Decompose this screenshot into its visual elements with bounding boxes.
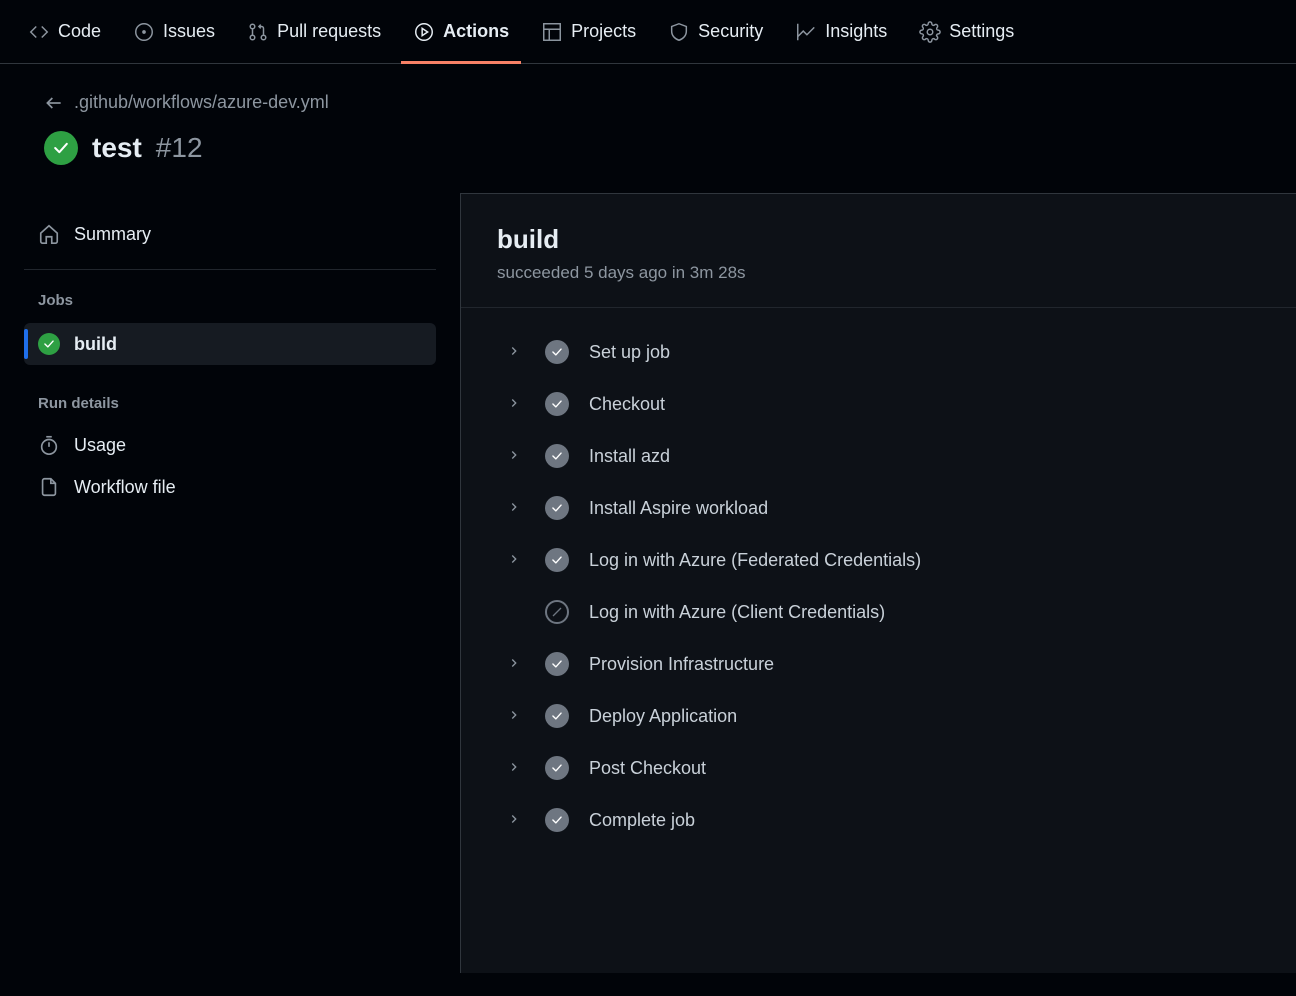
- nav-actions-label: Actions: [443, 21, 509, 42]
- step-label: Log in with Azure (Federated Credentials…: [589, 550, 921, 571]
- run-title: test #12: [44, 131, 1272, 165]
- status-success-icon: [545, 756, 569, 780]
- actions-icon: [413, 21, 435, 43]
- arrow-left-icon: [44, 93, 64, 113]
- step-label: Deploy Application: [589, 706, 737, 727]
- status-success-icon: [545, 548, 569, 572]
- status-success-icon: [545, 392, 569, 416]
- chevron-right-icon: [507, 342, 525, 363]
- file-icon: [38, 476, 60, 498]
- pull-request-icon: [247, 21, 269, 43]
- status-skipped-icon: [545, 600, 569, 624]
- sidebar-workflow-file-label: Workflow file: [74, 477, 176, 498]
- sidebar: Summary Jobs build Run details Usage Wor…: [0, 193, 460, 973]
- breadcrumb[interactable]: .github/workflows/azure-dev.yml: [44, 92, 1272, 113]
- step-row[interactable]: Install Aspire workload: [497, 482, 1260, 534]
- stopwatch-icon: [38, 434, 60, 456]
- sidebar-usage-label: Usage: [74, 435, 126, 456]
- sidebar-summary-label: Summary: [74, 224, 151, 245]
- chevron-right-icon: [507, 654, 525, 675]
- step-label: Log in with Azure (Client Credentials): [589, 602, 885, 623]
- gear-icon: [919, 21, 941, 43]
- nav-pulls-label: Pull requests: [277, 21, 381, 42]
- code-icon: [28, 21, 50, 43]
- chevron-right-icon: [507, 706, 525, 727]
- status-success-icon: [545, 496, 569, 520]
- nav-code[interactable]: Code: [16, 0, 113, 64]
- step-label: Post Checkout: [589, 758, 706, 779]
- sidebar-run-details-heading: Run details: [24, 395, 436, 412]
- sidebar-job-build[interactable]: build: [24, 323, 436, 365]
- divider: [24, 269, 436, 270]
- sidebar-usage[interactable]: Usage: [24, 424, 436, 466]
- security-icon: [668, 21, 690, 43]
- run-number: #12: [156, 132, 203, 164]
- status-success-icon: [545, 340, 569, 364]
- run-header: .github/workflows/azure-dev.yml test #12: [0, 64, 1296, 193]
- steps-list: Set up job Checkout Install azd Install Asp…: [461, 308, 1296, 864]
- nav-projects-label: Projects: [571, 21, 636, 42]
- sidebar-jobs-heading: Jobs: [24, 292, 436, 309]
- chevron-right-icon: [507, 758, 525, 779]
- step-label: Provision Infrastructure: [589, 654, 774, 675]
- nav-settings[interactable]: Settings: [907, 0, 1026, 64]
- step-label: Install Aspire workload: [589, 498, 768, 519]
- chevron-right-icon: [507, 550, 525, 571]
- chevron-right-icon: [507, 446, 525, 467]
- status-success-icon: [545, 652, 569, 676]
- step-row: Log in with Azure (Client Credentials): [497, 586, 1260, 638]
- nav-settings-label: Settings: [949, 21, 1014, 42]
- chevron-right-icon: [507, 810, 525, 831]
- chevron-right-icon: [507, 498, 525, 519]
- nav-insights[interactable]: Insights: [783, 0, 899, 64]
- status-success-icon: [38, 333, 60, 355]
- step-row[interactable]: Install azd: [497, 430, 1260, 482]
- nav-projects[interactable]: Projects: [529, 0, 648, 64]
- sidebar-workflow-file[interactable]: Workflow file: [24, 466, 436, 508]
- step-label: Complete job: [589, 810, 695, 831]
- status-success-icon: [545, 704, 569, 728]
- status-success-icon: [545, 444, 569, 468]
- nav-issues[interactable]: Issues: [121, 0, 227, 64]
- step-row[interactable]: Set up job: [497, 326, 1260, 378]
- issues-icon: [133, 21, 155, 43]
- step-label: Checkout: [589, 394, 665, 415]
- run-name: test: [92, 132, 142, 164]
- job-meta: succeeded 5 days ago in 3m 28s: [497, 263, 1260, 283]
- job-name: build: [497, 224, 1260, 255]
- status-success-icon: [44, 131, 78, 165]
- status-success-icon: [545, 808, 569, 832]
- nav-issues-label: Issues: [163, 21, 215, 42]
- nav-insights-label: Insights: [825, 21, 887, 42]
- step-row[interactable]: Checkout: [497, 378, 1260, 430]
- job-header: build succeeded 5 days ago in 3m 28s: [461, 194, 1296, 308]
- step-label: Install azd: [589, 446, 670, 467]
- home-icon: [38, 223, 60, 245]
- step-row[interactable]: Complete job: [497, 794, 1260, 846]
- step-row[interactable]: Deploy Application: [497, 690, 1260, 742]
- nav-security[interactable]: Security: [656, 0, 775, 64]
- step-row[interactable]: Post Checkout: [497, 742, 1260, 794]
- nav-actions[interactable]: Actions: [401, 0, 521, 64]
- insights-icon: [795, 21, 817, 43]
- sidebar-job-build-label: build: [74, 334, 117, 355]
- repo-nav: Code Issues Pull requests Actions Projec…: [0, 0, 1296, 64]
- step-label: Set up job: [589, 342, 670, 363]
- nav-pulls[interactable]: Pull requests: [235, 0, 393, 64]
- nav-security-label: Security: [698, 21, 763, 42]
- breadcrumb-text: .github/workflows/azure-dev.yml: [74, 92, 329, 113]
- job-panel: build succeeded 5 days ago in 3m 28s Set…: [460, 193, 1296, 973]
- step-row[interactable]: Log in with Azure (Federated Credentials…: [497, 534, 1260, 586]
- chevron-right-icon: [507, 394, 525, 415]
- nav-code-label: Code: [58, 21, 101, 42]
- step-row[interactable]: Provision Infrastructure: [497, 638, 1260, 690]
- sidebar-summary[interactable]: Summary: [24, 213, 436, 255]
- projects-icon: [541, 21, 563, 43]
